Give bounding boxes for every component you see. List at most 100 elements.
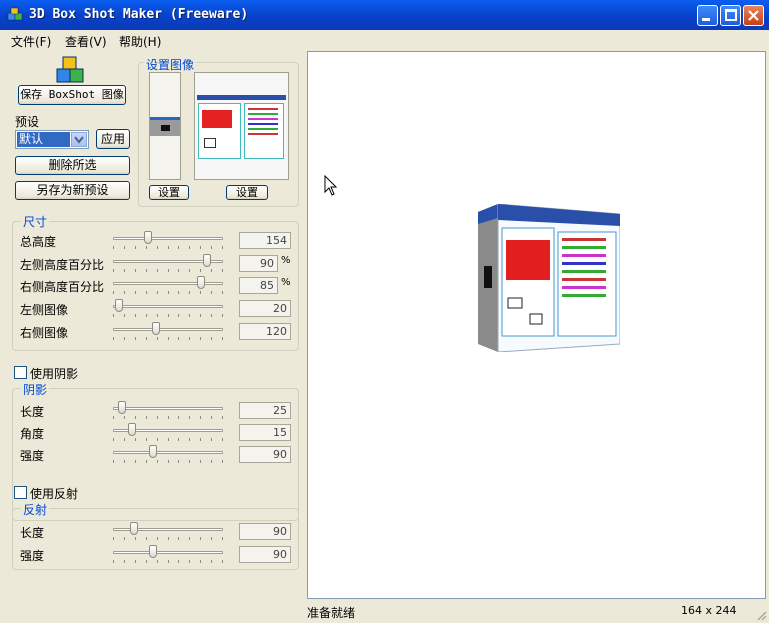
boxshot-preview-image bbox=[478, 203, 621, 353]
slider-ticks bbox=[113, 537, 223, 541]
slider-track bbox=[113, 327, 223, 331]
save-boxshot-button[interactable]: 保存 BoxShot 图像 bbox=[18, 85, 126, 105]
setting-slider[interactable] bbox=[113, 253, 223, 275]
setting-value-field[interactable]: 15 bbox=[239, 424, 291, 441]
slider-ticks bbox=[113, 246, 223, 250]
setting-label: 强度 bbox=[20, 449, 45, 463]
slider-ticks bbox=[113, 460, 223, 464]
window-title: 3D Box Shot Maker (Freeware) bbox=[29, 7, 249, 22]
slider-thumb[interactable] bbox=[197, 276, 205, 290]
preset-select-value: 默认 bbox=[17, 132, 70, 147]
setting-value-field[interactable]: 154 bbox=[239, 232, 291, 249]
setting-slider[interactable] bbox=[113, 544, 223, 566]
slider-thumb[interactable] bbox=[152, 321, 160, 335]
menu-view[interactable]: 查看(V) bbox=[65, 33, 107, 50]
shadow-group-title: 阴影 bbox=[21, 381, 50, 398]
slider-ticks bbox=[113, 438, 223, 442]
setting-slider[interactable] bbox=[113, 422, 223, 444]
mouse-cursor-icon bbox=[324, 175, 338, 196]
setting-slider[interactable] bbox=[113, 400, 223, 422]
setting-slider[interactable] bbox=[113, 444, 223, 466]
maximize-button[interactable] bbox=[720, 5, 741, 26]
setting-label: 左侧图像 bbox=[20, 303, 69, 318]
chevron-down-icon[interactable] bbox=[71, 132, 87, 147]
set-right-image-button[interactable]: 设置 bbox=[226, 185, 268, 200]
slider-track bbox=[113, 451, 223, 454]
slider-thumb[interactable] bbox=[144, 231, 152, 244]
minimize-button[interactable] bbox=[697, 5, 718, 26]
setting-slider[interactable] bbox=[113, 521, 223, 543]
menu-file[interactable]: 文件(F) bbox=[11, 33, 51, 50]
use-reflection-checkbox[interactable] bbox=[14, 486, 27, 499]
slider-thumb[interactable] bbox=[130, 522, 138, 535]
use-shadow-checkbox[interactable] bbox=[14, 366, 27, 379]
setting-slider[interactable] bbox=[113, 298, 223, 320]
set-left-image-button[interactable]: 设置 bbox=[149, 185, 189, 200]
setting-slider[interactable] bbox=[113, 275, 223, 297]
title-bar[interactable]: 3D Box Shot Maker (Freeware) bbox=[0, 0, 769, 30]
slider-track bbox=[113, 407, 223, 410]
setting-value-field[interactable]: 25 bbox=[239, 402, 291, 419]
setting-value-field[interactable]: 90 bbox=[239, 446, 291, 463]
percent-unit: % bbox=[281, 277, 291, 289]
menu-bar: 文件(F) 查看(V) 帮助(H) bbox=[0, 30, 769, 50]
slider-thumb[interactable] bbox=[118, 401, 126, 414]
setting-label: 长度 bbox=[20, 526, 45, 540]
close-icon bbox=[748, 10, 759, 21]
preset-select[interactable]: 默认 bbox=[15, 130, 89, 149]
slider-thumb[interactable] bbox=[203, 253, 211, 267]
settings-panel: 保存 BoxShot 图像 预设 默认 应用 删除所选 另存为新预设 设置图像 bbox=[0, 50, 306, 600]
slider-thumb[interactable] bbox=[149, 545, 157, 558]
setting-value-field[interactable]: 120 bbox=[239, 322, 291, 340]
resize-grip-icon[interactable] bbox=[755, 609, 767, 621]
maximize-icon bbox=[725, 9, 737, 21]
delete-selected-button[interactable]: 删除所选 bbox=[15, 156, 130, 175]
slider-ticks bbox=[113, 336, 223, 341]
setting-slider[interactable] bbox=[113, 230, 223, 252]
slider-track bbox=[113, 305, 223, 309]
apply-button[interactable]: 应用 bbox=[96, 129, 130, 149]
app-window: 3D Box Shot Maker (Freeware) 文件(F) 查看(V)… bbox=[0, 0, 769, 623]
image-group-title: 设置图像 bbox=[144, 56, 197, 73]
setting-value-field[interactable]: 90 bbox=[239, 546, 291, 563]
preset-label: 预设 bbox=[15, 115, 40, 129]
setting-value-field[interactable]: 90 bbox=[239, 523, 291, 540]
menu-help[interactable]: 帮助(H) bbox=[119, 33, 161, 50]
slider-track bbox=[113, 237, 223, 240]
preview-canvas[interactable] bbox=[307, 51, 766, 599]
slider-track bbox=[113, 282, 223, 286]
close-button[interactable] bbox=[743, 5, 764, 26]
slider-ticks bbox=[113, 291, 223, 295]
setting-value-field[interactable]: 90 bbox=[239, 254, 278, 272]
slider-ticks bbox=[113, 314, 223, 318]
setting-label: 强度 bbox=[20, 549, 45, 563]
status-bar: 准备就绪 164 x 244 bbox=[307, 601, 769, 623]
setting-label: 长度 bbox=[20, 405, 45, 419]
setting-label: 右侧图像 bbox=[20, 325, 69, 340]
setting-value-field[interactable]: 20 bbox=[239, 300, 291, 318]
slider-thumb[interactable] bbox=[115, 299, 123, 313]
use-reflection-label: 使用反射 bbox=[30, 487, 79, 501]
slider-ticks bbox=[113, 268, 223, 273]
size-group-title: 尺寸 bbox=[21, 213, 50, 230]
reflection-group-title: 反射 bbox=[21, 501, 50, 518]
slider-track bbox=[113, 551, 223, 554]
slider-thumb[interactable] bbox=[149, 445, 157, 458]
minimize-icon bbox=[702, 18, 710, 21]
setting-label: 左侧高度百分比 bbox=[20, 257, 105, 272]
left-image-preview bbox=[149, 72, 181, 180]
setting-label: 右侧高度百分比 bbox=[20, 280, 105, 295]
save-as-preset-button[interactable]: 另存为新预设 bbox=[15, 181, 130, 200]
use-shadow-label: 使用阴影 bbox=[30, 367, 79, 381]
percent-unit: % bbox=[281, 254, 291, 266]
slider-thumb[interactable] bbox=[128, 423, 136, 436]
boxes-logo-icon bbox=[56, 56, 84, 83]
slider-ticks bbox=[113, 560, 223, 564]
status-text: 准备就绪 bbox=[307, 606, 356, 620]
app-icon bbox=[7, 7, 23, 21]
slider-ticks bbox=[113, 416, 223, 420]
right-image-preview bbox=[194, 72, 289, 180]
setting-label: 总高度 bbox=[20, 235, 57, 249]
setting-value-field[interactable]: 85 bbox=[239, 277, 278, 295]
setting-slider[interactable] bbox=[113, 321, 223, 343]
